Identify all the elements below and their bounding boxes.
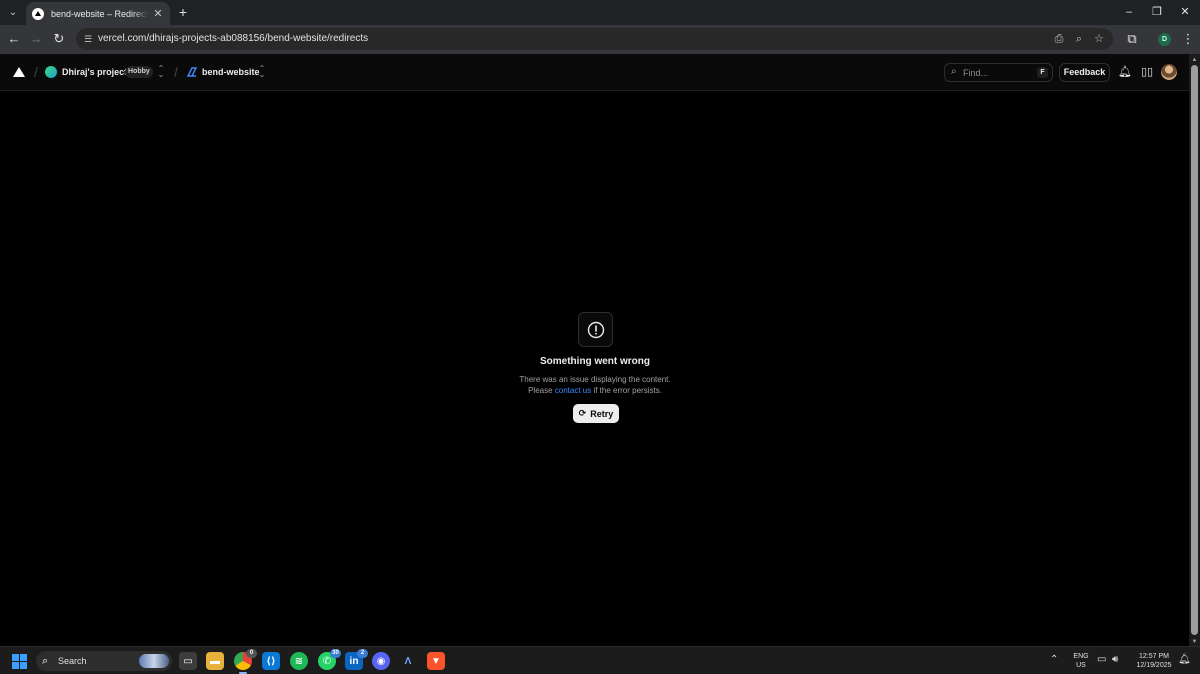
retry-label: Retry [590,408,614,419]
discord-icon[interactable]: ◉ [372,652,390,670]
restore-icon[interactable]: ❐ [1144,3,1170,21]
linkedin-badge: 2 [357,649,368,658]
spotify-icon[interactable]: ≋ [290,652,308,670]
input-language[interactable]: ENG US [1072,652,1090,670]
windows-start-icon[interactable] [12,654,27,669]
tab-search-chevron-icon[interactable]: ⌄ [4,4,22,21]
taskbar-search-box[interactable]: ⌕ Search [36,651,172,671]
taskbar-clock[interactable]: 12:57 PM 12/19/2025 [1131,652,1177,670]
whatsapp-icon[interactable]: ✆ 30 [318,649,341,670]
window-close-icon[interactable]: ✕ [1172,3,1198,21]
notification-center-icon[interactable]: 🔔︎ [1178,653,1191,667]
tray-overflow-chevron-icon[interactable]: ⌃ [1050,653,1058,667]
error-title: Something went wrong [540,356,650,367]
new-tab-plus-icon[interactable]: + [175,4,191,20]
chrome-icon[interactable]: 0 [234,649,257,674]
vercel-favicon-icon [32,7,44,20]
feedback-button[interactable]: Feedback [1059,63,1110,82]
browser-toolbar: ← → ↻ ☰ vercel.com/dhirajs-projects-ab08… [0,25,1200,54]
find-shortcut-key: F [1037,67,1048,78]
file-explorer-icon[interactable]: ▬ [206,652,224,670]
volume-icon[interactable]: 🔊︎ [1112,653,1118,667]
error-line-1: There was an issue displaying the conten… [519,375,671,384]
docs-book-icon[interactable]: ▯▯ [1140,65,1154,79]
error-line-2: Please contact us if the error persists. [528,386,662,395]
browser-tab-active[interactable]: bend-website – Redirects – Vercel ✕ [26,2,170,25]
forward-arrow-icon[interactable]: → [28,31,44,47]
contact-us-link[interactable]: contact us [555,386,591,395]
team-switcher-chevron-icon[interactable]: ⌃ ⌄ [157,65,165,79]
browser-tab-strip: ⌄ bend-website – Redirects – Vercel ✕ + … [0,0,1200,25]
breadcrumb-separator: / [174,64,178,80]
scrollbar-thumb[interactable] [1191,65,1198,635]
refresh-icon: ⟳ [578,408,587,418]
tab-title: bend-website – Redirects – Vercel [51,8,148,19]
notifications-bell-icon[interactable]: 🔔︎ [1118,65,1132,79]
linkedin-icon[interactable]: in 2 [345,649,368,670]
plan-badge: Hobby [125,66,153,78]
browser-profile-avatar[interactable]: D [1158,33,1171,46]
windows-taskbar: ⌕ Search ▭ ▬ 0 ⟨⟩ ≋ ✆ 30 in 2 ◉ Λ ▼ ⌃ ENG … [0,646,1200,674]
taskbar-search-label: Search [58,656,87,666]
error-alert-icon [578,312,613,347]
find-placeholder: Find... [963,68,989,78]
chrome-badge: 0 [246,649,257,658]
site-settings-icon[interactable]: ☰ [82,33,94,45]
team-avatar [45,66,57,78]
whatsapp-badge: 30 [330,649,341,658]
minimize-icon[interactable]: – [1116,3,1142,21]
network-icon[interactable]: ▭ [1097,653,1106,667]
app-a-icon[interactable]: Λ [399,652,417,670]
tab-close-icon[interactable]: ✕ [152,7,164,20]
project-switcher-chevron-icon[interactable]: ⌃ ⌄ [258,65,266,79]
address-url[interactable]: vercel.com/dhirajs-projects-ab088156/ben… [98,33,368,44]
vscode-icon[interactable]: ⟨⟩ [262,652,280,670]
browser-menu-icon[interactable]: ⋮ [1180,31,1196,47]
find-search-input[interactable]: ⌕ Find... F [944,63,1053,82]
breadcrumb-separator: / [34,64,38,80]
project-icon [186,67,198,77]
bookmark-star-icon[interactable]: ☆ [1092,32,1106,46]
reload-icon[interactable]: ↻ [51,31,67,47]
address-bar[interactable]: ☰ vercel.com/dhirajs-projects-ab088156/b… [76,28,1113,50]
vercel-logo-icon[interactable] [13,67,25,77]
clock-time: 12:57 PM [1139,653,1169,660]
retry-button[interactable]: ⟳ Retry [573,404,619,423]
vercel-header: / Dhiraj's projects Hobby ⌃ ⌄ / bend-webs… [0,54,1189,91]
install-app-icon[interactable]: ⎙ [1052,32,1066,46]
clock-date: 12/19/2025 [1136,662,1172,669]
scroll-down-arrow-icon[interactable]: ▼ [1191,638,1198,646]
task-view-icon[interactable]: ▭ [179,652,197,670]
page-scrollbar[interactable]: ▲ ▼ [1189,54,1200,646]
extensions-puzzle-icon[interactable]: ⧉ [1124,31,1140,47]
project-name[interactable]: bend-website [202,67,260,77]
search-icon: ⌕ [42,655,49,667]
zoom-icon[interactable]: ⌕ [1072,32,1086,46]
scroll-up-arrow-icon[interactable]: ▲ [1191,56,1198,64]
error-description: There was an issue displaying the conten… [470,374,720,396]
brave-browser-icon[interactable]: ▼ [427,652,445,670]
search-highlight-image [139,654,169,668]
team-name[interactable]: Dhiraj's projects [62,67,132,77]
search-icon: ⌕ [951,66,957,77]
user-avatar[interactable] [1161,64,1177,80]
back-arrow-icon[interactable]: ← [6,31,22,47]
